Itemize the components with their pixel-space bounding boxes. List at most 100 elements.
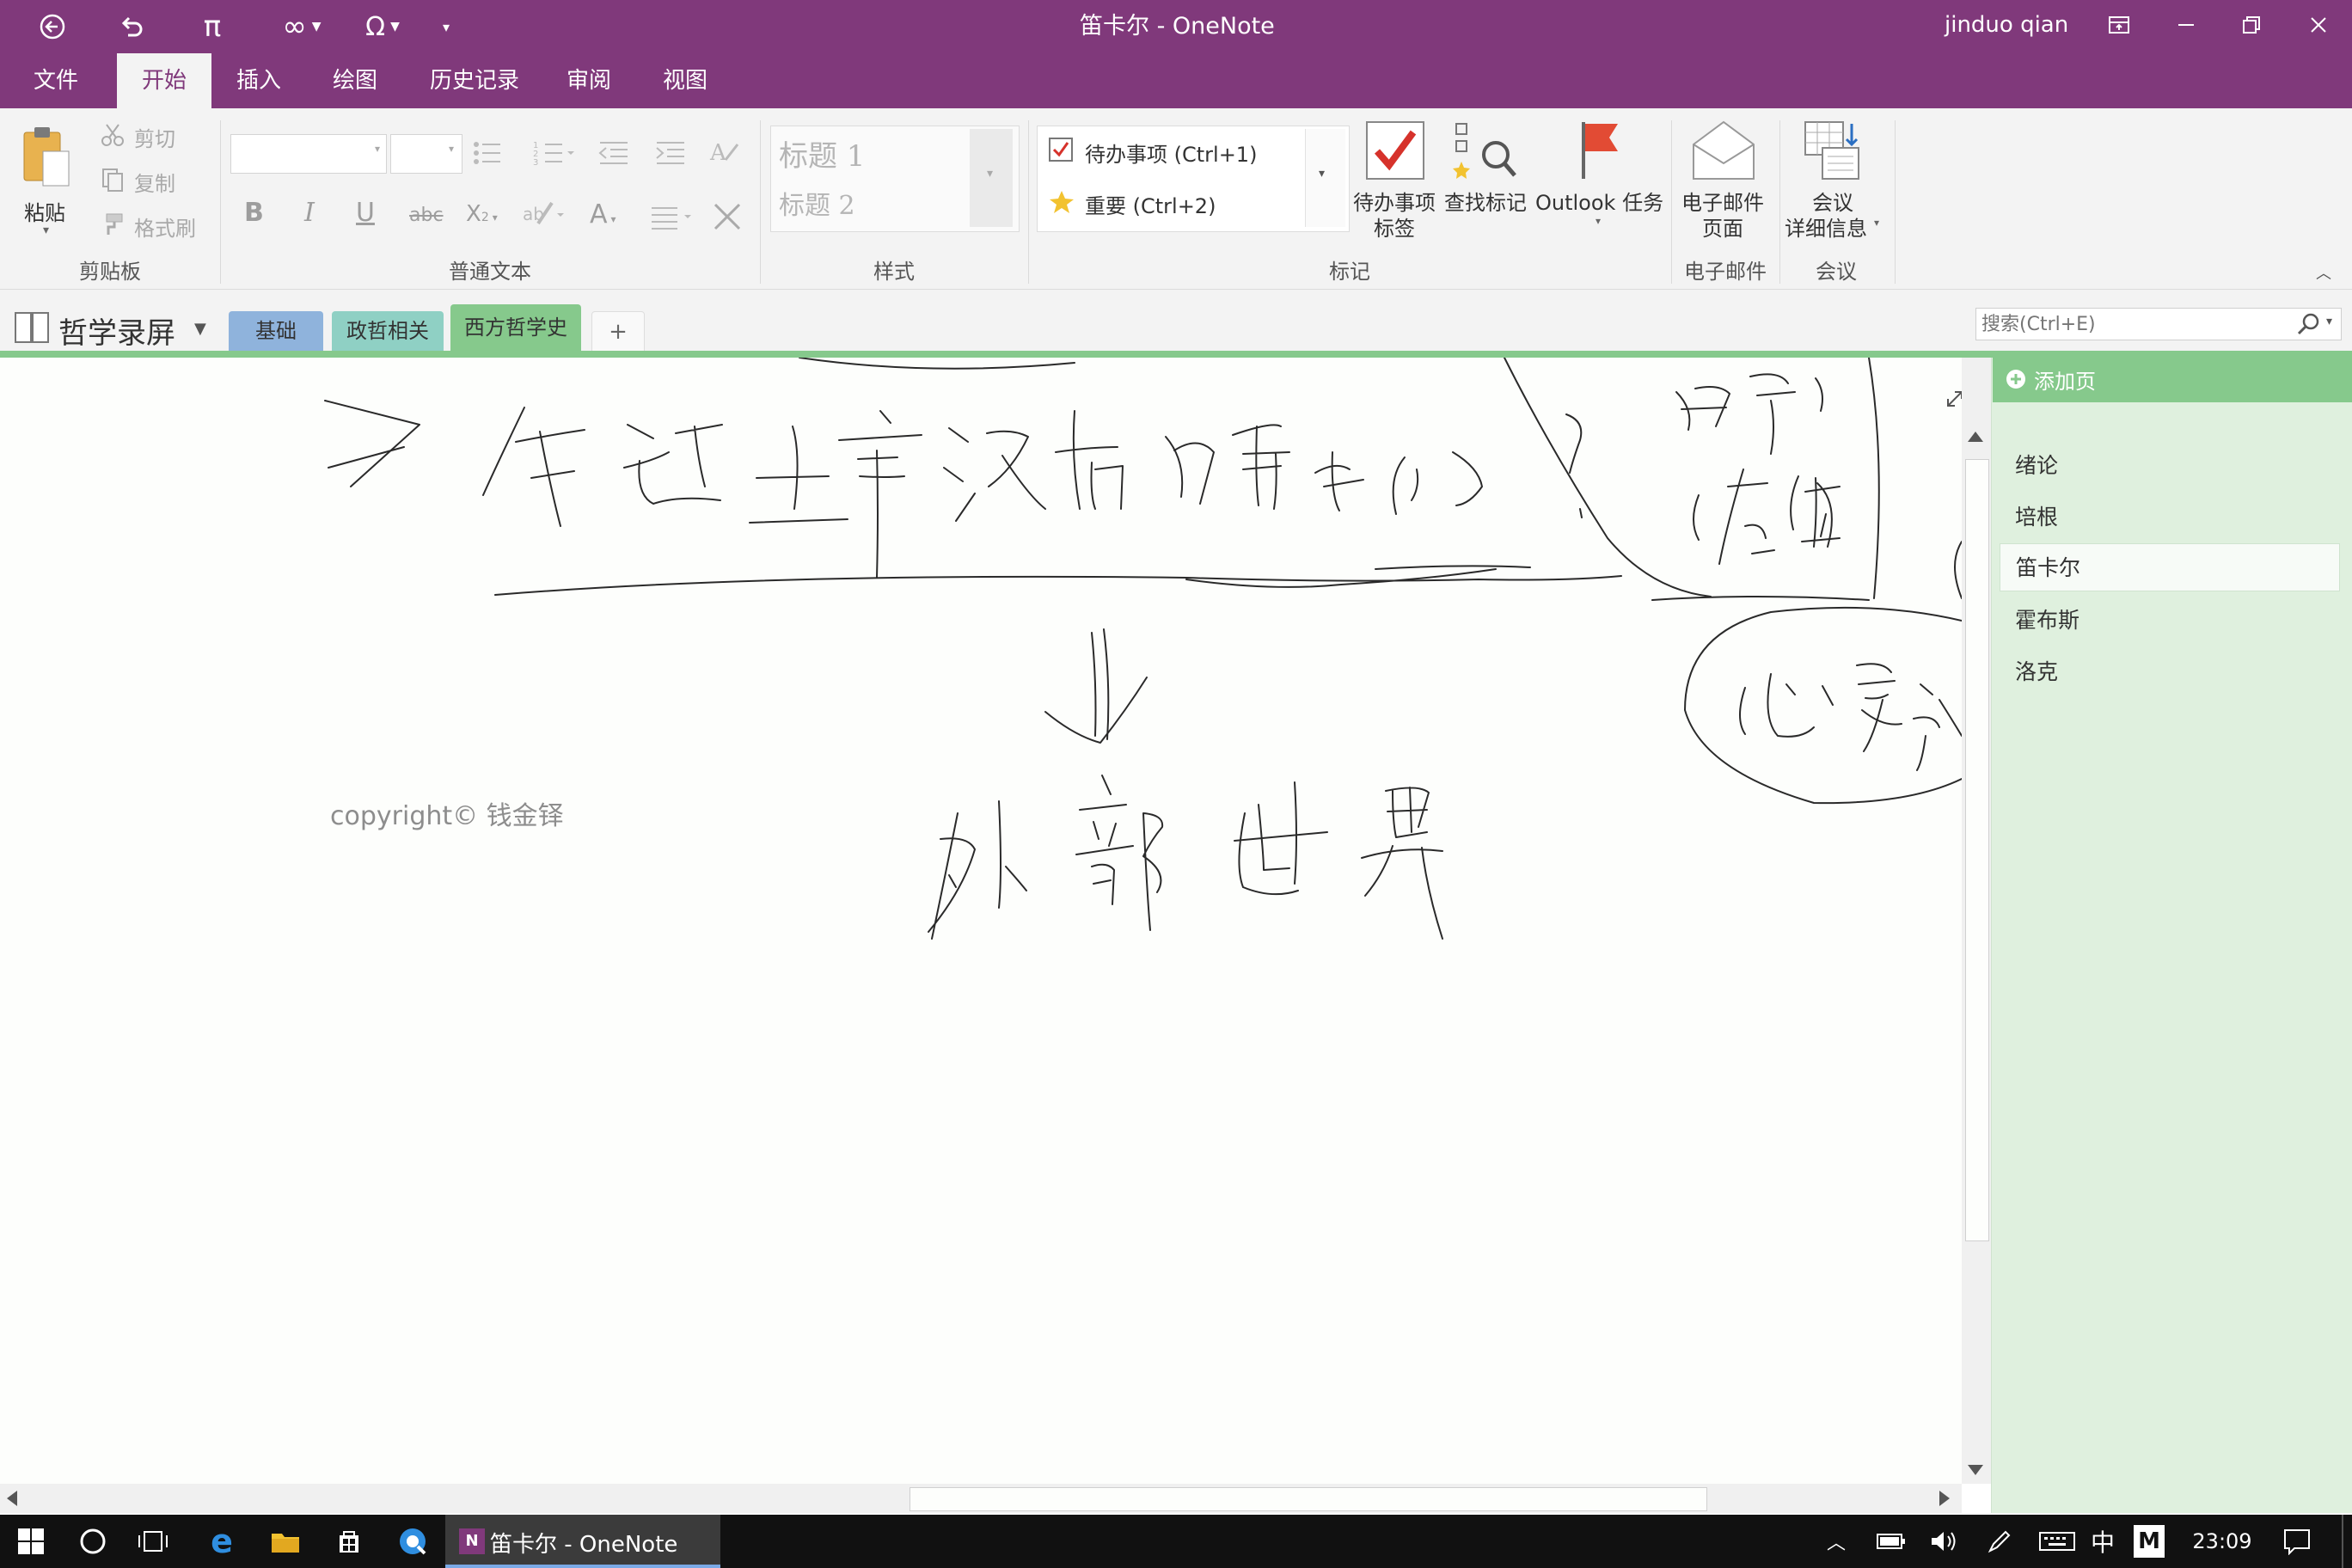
- meeting-details-button-line2[interactable]: 详细信息: [1785, 211, 1867, 242]
- volume-icon[interactable]: [1926, 1515, 1963, 1568]
- font-color-icon[interactable]: A ▾: [590, 199, 616, 230]
- email-page-button-line2[interactable]: 页面: [1702, 211, 1743, 242]
- back-icon[interactable]: [31, 5, 74, 48]
- notebook-icon[interactable]: [14, 311, 52, 344]
- todo-tag-icon[interactable]: [1365, 120, 1425, 181]
- search-scope-dropdown-icon[interactable]: ▾: [2326, 315, 2332, 328]
- qq-browser-icon[interactable]: [394, 1515, 432, 1568]
- pi-icon[interactable]: π: [191, 5, 234, 48]
- copy-icon[interactable]: [100, 167, 126, 193]
- increase-indent-icon[interactable]: [653, 138, 688, 168]
- close-icon[interactable]: [2288, 0, 2349, 50]
- ime-mode-indicator[interactable]: M: [2134, 1525, 2165, 1558]
- bold-icon[interactable]: B: [244, 198, 264, 228]
- page-item-introduction[interactable]: 绪论: [2000, 442, 2340, 490]
- styles-more-icon[interactable]: ▾: [987, 167, 993, 181]
- paste-dropdown-icon[interactable]: ▾: [43, 224, 49, 237]
- infinity-icon[interactable]: ∞ ▼: [272, 5, 332, 48]
- cut-icon[interactable]: [100, 122, 126, 148]
- tab-insert[interactable]: 插入: [220, 53, 297, 108]
- section-tab-politics[interactable]: 政哲相关: [332, 311, 444, 351]
- edge-browser-icon[interactable]: e: [203, 1515, 241, 1568]
- format-painter-icon[interactable]: [100, 211, 126, 237]
- font-family-select[interactable]: [230, 134, 387, 174]
- undo-icon[interactable]: [110, 5, 153, 48]
- numbering-icon[interactable]: 123: [533, 138, 576, 168]
- page-canvas[interactable]: copyright© 钱金铎: [0, 358, 1962, 1484]
- windows-start-icon[interactable]: [12, 1515, 50, 1568]
- tab-draw[interactable]: 绘图: [316, 53, 394, 108]
- decrease-indent-icon[interactable]: [597, 138, 631, 168]
- italic-icon[interactable]: I: [304, 198, 315, 228]
- subscript-icon[interactable]: X2 ▾: [466, 201, 498, 227]
- todo-tag-button-line2[interactable]: 标签: [1374, 211, 1415, 242]
- underline-icon[interactable]: U: [356, 198, 375, 228]
- chevron-up-icon[interactable]: ︿: [1819, 1515, 1853, 1568]
- tab-view[interactable]: 视图: [646, 53, 724, 108]
- ribbon-display-icon[interactable]: [2089, 0, 2149, 50]
- notebook-dropdown-icon[interactable]: ▼: [194, 320, 206, 338]
- copy-button[interactable]: 复制: [134, 167, 175, 197]
- outlook-tasks-button[interactable]: Outlook 任务: [1535, 186, 1663, 216]
- tab-home[interactable]: 开始: [117, 53, 211, 108]
- battery-icon[interactable]: [1872, 1515, 1910, 1568]
- store-icon[interactable]: [330, 1515, 368, 1568]
- customize-icon[interactable]: ▾: [433, 5, 459, 48]
- find-tags-icon[interactable]: [1453, 120, 1522, 182]
- todo-checkbox-icon[interactable]: [1049, 138, 1073, 162]
- page-item-bacon[interactable]: 培根: [2000, 493, 2340, 542]
- style-heading2[interactable]: 标题 2: [779, 184, 855, 222]
- tab-review[interactable]: 审阅: [550, 53, 628, 108]
- meeting-details-dropdown-icon[interactable]: ▾: [1874, 217, 1879, 229]
- tag-todo[interactable]: 待办事项 (Ctrl+1): [1085, 138, 1257, 168]
- vertical-scroll-thumb[interactable]: [1965, 459, 1989, 1241]
- restore-icon[interactable]: [2221, 0, 2282, 50]
- outlook-tasks-dropdown-icon[interactable]: ▾: [1596, 215, 1601, 227]
- taskbar-onenote-label[interactable]: 笛卡尔 - OneNote: [490, 1527, 677, 1559]
- clear-formatting-icon[interactable]: A: [708, 134, 743, 168]
- tab-history[interactable]: 历史记录: [414, 53, 535, 108]
- add-page-label[interactable]: 添加页: [2034, 364, 2096, 395]
- tags-more-icon[interactable]: ▾: [1319, 167, 1325, 181]
- align-icon[interactable]: [650, 203, 696, 230]
- search-input[interactable]: [1975, 308, 2342, 340]
- paste-button[interactable]: 粘贴: [24, 196, 65, 226]
- paste-icon[interactable]: [19, 120, 74, 194]
- scroll-down-icon[interactable]: [1968, 1465, 1983, 1475]
- search-icon[interactable]: [2295, 311, 2323, 337]
- collapse-ribbon-icon[interactable]: ︿: [2316, 261, 2331, 284]
- scroll-up-icon[interactable]: [1968, 432, 1983, 442]
- task-view-icon[interactable]: [134, 1515, 172, 1568]
- delete-icon[interactable]: [710, 199, 744, 234]
- page-item-hobbes[interactable]: 霍布斯: [2000, 597, 2340, 645]
- scroll-left-icon[interactable]: [7, 1491, 17, 1506]
- tags-scroll[interactable]: [1305, 129, 1345, 227]
- omega-icon[interactable]: Ω ▼: [352, 5, 413, 48]
- pen-icon[interactable]: [1981, 1515, 2018, 1568]
- highlight-icon[interactable]: ab: [523, 198, 566, 232]
- user-name[interactable]: jinduo qian: [1945, 0, 2068, 50]
- action-center-icon[interactable]: [2278, 1515, 2316, 1568]
- tag-important[interactable]: 重要 (Ctrl+2): [1085, 189, 1216, 219]
- scroll-right-icon[interactable]: [1939, 1491, 1950, 1506]
- page-item-descartes[interactable]: 笛卡尔: [2000, 543, 2340, 591]
- clock[interactable]: 23:09: [2184, 1515, 2261, 1568]
- page-item-locke[interactable]: 洛克: [2000, 648, 2340, 696]
- file-explorer-icon[interactable]: [266, 1515, 304, 1568]
- outlook-flag-icon[interactable]: [1577, 119, 1628, 182]
- ime-language-indicator[interactable]: 中: [2086, 1515, 2120, 1568]
- tab-file[interactable]: 文件: [19, 53, 93, 108]
- horizontal-scroll-thumb[interactable]: [910, 1487, 1707, 1511]
- keyboard-icon[interactable]: [2036, 1515, 2079, 1568]
- meeting-details-icon[interactable]: [1802, 119, 1871, 182]
- star-icon[interactable]: [1049, 189, 1075, 215]
- vertical-scrollbar[interactable]: [1962, 358, 1991, 1484]
- add-page-icon[interactable]: [2005, 368, 2027, 390]
- section-tab-western-philosophy[interactable]: 西方哲学史: [450, 304, 581, 351]
- section-tab-basics[interactable]: 基础: [229, 311, 323, 351]
- notebook-name[interactable]: 哲学录屏: [58, 309, 175, 352]
- horizontal-scrollbar[interactable]: [0, 1484, 1962, 1513]
- font-size-dropdown-icon[interactable]: ▾: [449, 143, 454, 155]
- show-desktop-button[interactable]: [2342, 1515, 2343, 1568]
- email-page-icon[interactable]: [1690, 119, 1757, 182]
